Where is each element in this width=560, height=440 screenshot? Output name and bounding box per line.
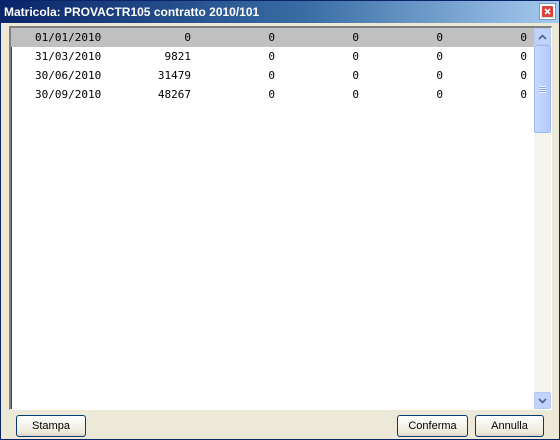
cell-value: 0 bbox=[436, 31, 443, 44]
cell-value: 0 bbox=[352, 88, 359, 101]
scroll-up-button[interactable] bbox=[534, 28, 551, 45]
cell-value: 0 bbox=[268, 69, 275, 82]
scroll-down-button[interactable] bbox=[534, 392, 551, 409]
confirm-button[interactable]: Conferma bbox=[397, 415, 468, 437]
cell-value: 0 bbox=[184, 31, 191, 44]
data-list[interactable]: 01/01/2010 0 0 0 0 0 31/03/2010 9821 0 0… bbox=[11, 28, 534, 409]
cell-date: 01/01/2010 bbox=[35, 31, 102, 44]
cell-value: 0 bbox=[436, 69, 443, 82]
cell-value: 9821 bbox=[164, 50, 192, 63]
cell-value: 0 bbox=[520, 31, 527, 44]
cell-value: 0 bbox=[520, 88, 527, 101]
dialog-window: Matricola: PROVACTR105 contratto 2010/10… bbox=[0, 0, 560, 440]
cell-value: 31479 bbox=[157, 69, 191, 82]
list-row[interactable]: 01/01/2010 0 0 0 0 0 bbox=[11, 28, 534, 47]
chevron-down-icon bbox=[538, 395, 547, 407]
cell-value: 0 bbox=[520, 69, 527, 82]
close-button[interactable] bbox=[539, 3, 556, 20]
title-bar[interactable]: Matricola: PROVACTR105 contratto 2010/10… bbox=[1, 1, 559, 23]
cell-value: 0 bbox=[268, 50, 275, 63]
chevron-up-icon bbox=[538, 31, 547, 43]
cancel-button[interactable]: Annulla bbox=[475, 415, 544, 437]
window-title: Matricola: PROVACTR105 contratto 2010/10… bbox=[4, 5, 260, 19]
vertical-scrollbar[interactable] bbox=[534, 28, 551, 409]
data-list-frame: 01/01/2010 0 0 0 0 0 31/03/2010 9821 0 0… bbox=[9, 26, 552, 410]
scroll-thumb[interactable] bbox=[534, 45, 551, 133]
cell-value: 0 bbox=[436, 50, 443, 63]
cell-value: 48267 bbox=[157, 88, 191, 101]
list-row[interactable]: 31/03/2010 9821 0 0 0 0 bbox=[11, 47, 534, 66]
cell-value: 0 bbox=[268, 31, 275, 44]
cell-value: 0 bbox=[436, 88, 443, 101]
cell-value: 0 bbox=[352, 50, 359, 63]
cell-value: 0 bbox=[268, 88, 275, 101]
cell-value: 0 bbox=[352, 69, 359, 82]
cell-value: 0 bbox=[520, 50, 527, 63]
cell-date: 30/09/2010 bbox=[35, 88, 102, 101]
print-button[interactable]: Stampa bbox=[16, 415, 86, 437]
cell-value: 0 bbox=[352, 31, 359, 44]
list-row[interactable]: 30/09/2010 48267 0 0 0 0 bbox=[11, 85, 534, 104]
cell-date: 31/03/2010 bbox=[35, 50, 102, 63]
grip-icon bbox=[539, 86, 546, 93]
cell-date: 30/06/2010 bbox=[35, 69, 102, 82]
close-icon bbox=[542, 6, 553, 17]
list-row[interactable]: 30/06/2010 31479 0 0 0 0 bbox=[11, 66, 534, 85]
